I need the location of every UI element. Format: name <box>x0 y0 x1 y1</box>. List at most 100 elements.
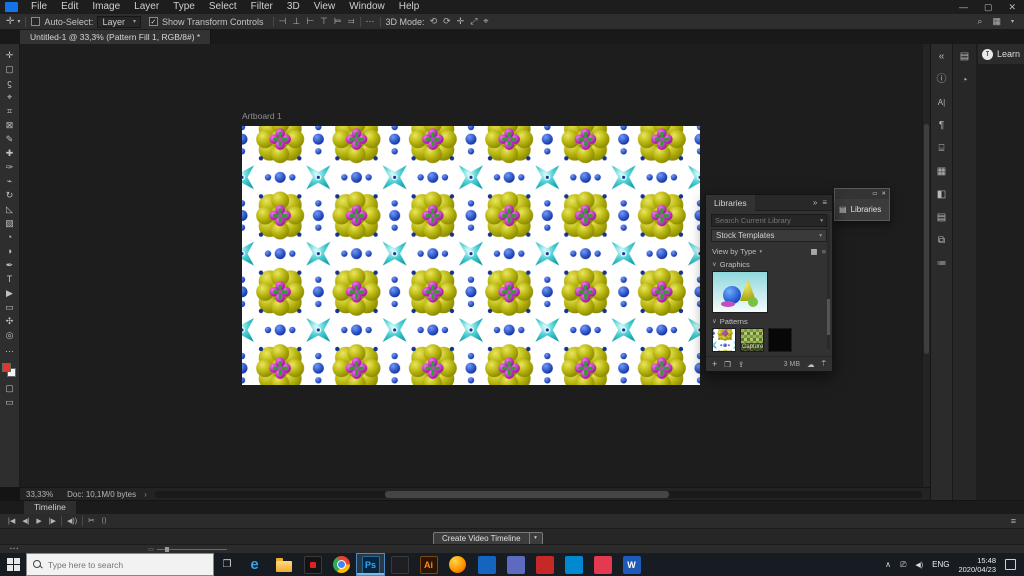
previous-frame-button[interactable]: ◀| <box>22 518 29 525</box>
menu-3d[interactable]: 3D <box>280 0 307 14</box>
taskbar-app-lightblue[interactable] <box>559 553 588 576</box>
workspace-switcher-icon[interactable]: ▦ <box>992 17 1001 26</box>
type-tool[interactable]: T <box>7 273 13 286</box>
character-panel-icon[interactable]: A| <box>938 94 945 112</box>
history-brush-tool[interactable]: ↻ <box>6 189 14 202</box>
task-view-button[interactable]: ❐ <box>214 553 240 576</box>
clone-stamp-tool[interactable]: ⌁ <box>7 175 12 188</box>
foreground-color-swatch[interactable] <box>2 363 11 372</box>
more-options-icon[interactable]: ⋯ <box>366 17 375 26</box>
distribute-h-icon[interactable]: ⊨ <box>334 17 342 26</box>
delete-icon[interactable]: ⍑ <box>822 359 827 369</box>
artboard-label[interactable]: Artboard 1 <box>242 111 282 121</box>
mute-audio-button[interactable]: ◀)) <box>67 518 77 525</box>
taskbar-search[interactable] <box>26 553 214 576</box>
next-frame-button[interactable]: |▶ <box>49 518 56 525</box>
taskbar-app-media-player[interactable] <box>298 553 327 576</box>
sync-cloud-icon[interactable]: ☁ <box>807 360 815 369</box>
pattern-item-1[interactable] <box>712 328 736 352</box>
shape-tool[interactable]: ▭ <box>5 301 14 314</box>
lasso-tool[interactable]: ϛ <box>7 77 12 90</box>
tray-network-icon[interactable]: ⎚ <box>900 560 906 570</box>
gradients-panel-icon[interactable]: ◧ <box>937 186 946 204</box>
brush-tool[interactable]: ✑ <box>6 161 14 174</box>
pattern-item-3[interactable] <box>768 328 792 352</box>
taskbar-app-firefox[interactable] <box>443 553 472 576</box>
collapse-panel-icon[interactable]: » <box>813 199 817 207</box>
panel-menu-icon[interactable]: ≡ <box>822 199 827 207</box>
panel-scrollbar-thumb[interactable] <box>827 299 830 335</box>
menu-view[interactable]: View <box>307 0 343 14</box>
pen-tool[interactable]: ✒ <box>6 259 14 272</box>
options-search-icon[interactable]: ⌕ <box>977 17 982 26</box>
tray-language[interactable]: ENG <box>932 560 949 569</box>
tool-preset-caret-icon[interactable]: ▾ <box>17 19 20 25</box>
quick-selection-tool[interactable]: ⌖ <box>7 91 12 104</box>
taskbar-app-blue[interactable] <box>472 553 501 576</box>
pattern-item-2[interactable]: Capture P... <box>740 328 764 352</box>
new-group-icon[interactable]: ❐ <box>724 360 731 369</box>
action-center-icon[interactable] <box>1005 559 1016 570</box>
artboard[interactable] <box>242 126 700 385</box>
align-center-icon[interactable]: ⊥ <box>292 17 300 26</box>
paragraph-panel-icon[interactable]: ¶ <box>939 117 944 135</box>
learn-panel[interactable]: ⴶ Learn <box>978 44 1024 64</box>
dodge-tool[interactable]: ◑ <box>7 245 12 258</box>
eyedropper-tool[interactable]: ✎ <box>6 133 14 146</box>
vertical-scrollbar-thumb[interactable] <box>924 124 929 354</box>
graphics-item-thumbnail[interactable] <box>712 271 768 313</box>
libraries-dock-icon[interactable]: ▤ <box>960 48 969 66</box>
horizontal-scrollbar-thumb[interactable] <box>385 491 669 498</box>
taskbar-app-chrome[interactable] <box>327 553 356 576</box>
move-tool[interactable]: ✛ <box>6 49 14 62</box>
libraries-tab[interactable]: Libraries <box>706 195 755 211</box>
edit-toolbar-icon[interactable]: ⋯ <box>5 345 14 358</box>
play-button[interactable]: ▶ <box>36 518 41 525</box>
first-frame-button[interactable]: |◀ <box>8 518 15 525</box>
tray-clock[interactable]: 15:48 2020/04/23 <box>958 556 996 574</box>
menu-type[interactable]: Type <box>166 0 202 14</box>
taskbar-app-word[interactable]: W <box>617 553 646 576</box>
add-element-icon[interactable]: + <box>712 359 717 369</box>
taskbar-app-file-explorer[interactable] <box>269 553 298 576</box>
taskbar-app-photoshop[interactable]: Ps <box>356 553 385 576</box>
list-view-icon[interactable]: ≡ <box>822 247 826 256</box>
grid-view-icon[interactable]: ▦ <box>811 247 818 256</box>
3d-drag-icon[interactable]: ✛ <box>457 17 465 26</box>
menu-file[interactable]: File <box>24 0 54 14</box>
distribute-v-icon[interactable]: ⫤ <box>348 17 355 26</box>
split-clip-button[interactable]: ✂ <box>88 517 95 525</box>
menu-help[interactable]: Help <box>392 0 427 14</box>
menu-edit[interactable]: Edit <box>54 0 85 14</box>
collapse-dock-icon[interactable]: « <box>939 48 945 66</box>
timeline-zoom-slider[interactable]: ▭ <box>148 546 227 553</box>
healing-brush-tool[interactable]: ✚ <box>6 147 14 160</box>
eraser-tool[interactable]: ◺ <box>6 203 13 216</box>
quick-mask-icon[interactable]: ▢ <box>5 382 14 395</box>
minimize-button[interactable]: — <box>951 0 976 14</box>
zoom-level[interactable]: 33,33% <box>26 490 53 499</box>
blur-tool[interactable]: ◔ <box>7 231 12 244</box>
history-panel-icon[interactable]: ◔ <box>961 72 967 90</box>
frame-tool[interactable]: ⊠ <box>6 119 14 132</box>
swatches-panel-icon[interactable]: ▦ <box>937 163 946 181</box>
taskbar-app-illustrator[interactable]: Ai <box>414 553 443 576</box>
mini-close-icon[interactable]: ✕ <box>881 191 886 197</box>
menu-select[interactable]: Select <box>202 0 244 14</box>
layers-panel-icon[interactable]: ⧉ <box>938 232 945 250</box>
menu-image[interactable]: Image <box>85 0 127 14</box>
color-swatches[interactable] <box>2 363 17 378</box>
show-transform-checkbox[interactable]: ✓ <box>149 17 158 26</box>
search-scope-caret-icon[interactable]: ▾ <box>820 218 823 224</box>
share-library-icon[interactable]: ⇪ <box>738 360 744 369</box>
document-tab[interactable]: Untitled-1 @ 33,3% (Pattern Fill 1, RGB/… <box>20 30 211 44</box>
taskbar-app-edge[interactable]: e <box>240 553 269 576</box>
menu-window[interactable]: Window <box>342 0 392 14</box>
crop-tool[interactable]: ⌗ <box>7 105 12 118</box>
3d-rotate-icon[interactable]: ⟲ <box>430 17 438 26</box>
floating-libraries-window[interactable]: ▭ ✕ ▤ Libraries <box>834 188 890 221</box>
align-top-icon[interactable]: ⊤ <box>320 17 328 26</box>
timeline-tab[interactable]: Timeline <box>24 501 76 514</box>
taskbar-app-crimson[interactable] <box>588 553 617 576</box>
horizontal-scrollbar[interactable] <box>155 491 922 498</box>
